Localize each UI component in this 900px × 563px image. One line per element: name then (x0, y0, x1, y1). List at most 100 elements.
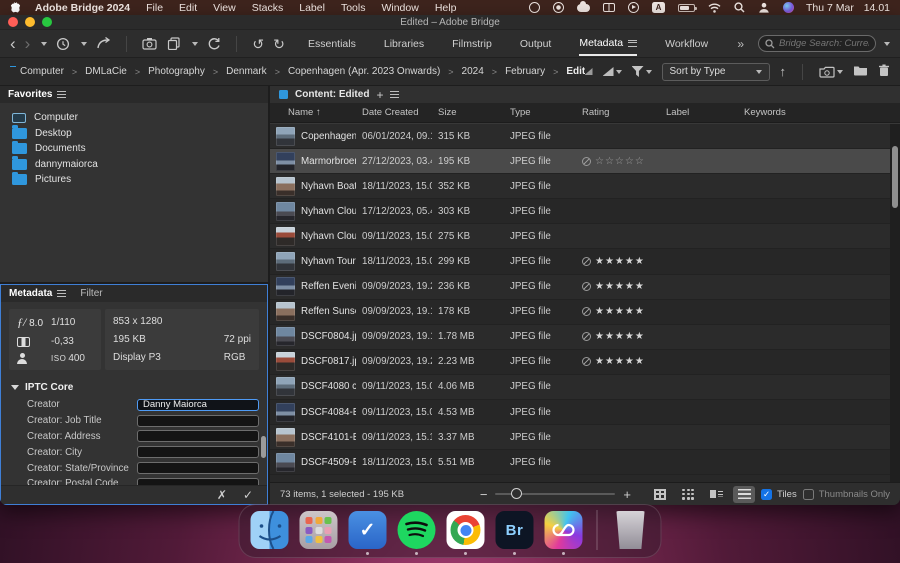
search-scope-dropdown-icon[interactable] (884, 42, 890, 46)
column-header-name[interactable]: Name ↑ (270, 107, 356, 118)
forward-button[interactable]: › (25, 35, 31, 52)
table-row[interactable]: Nyhavn Cloud...09/11/2023, 15.08...275 K… (270, 224, 900, 249)
column-header-label[interactable]: Label (660, 107, 738, 118)
table-row[interactable]: Reffen Sunset...09/09/2023, 19.18...178 … (270, 300, 900, 325)
menubar-date[interactable]: Thu 7 Mar (806, 2, 854, 14)
tiles-toggle[interactable]: ✓ Tiles (761, 489, 797, 500)
field-input-creator-job-title[interactable] (137, 415, 259, 427)
dock-app-chrome[interactable] (447, 511, 485, 549)
nav-dropdown-icon[interactable] (41, 42, 47, 46)
breadcrumb-item-2[interactable]: Photography (148, 66, 205, 77)
table-row[interactable]: Reffen Evenin...09/09/2023, 19.20...236 … (270, 275, 900, 300)
table-row[interactable]: DSCF0804.jpg09/09/2023, 19.18...1.78 MBJ… (270, 325, 900, 350)
table-row[interactable]: DSCF4509-En...18/11/2023, 15.02...5.51 M… (270, 450, 900, 475)
column-header-rating[interactable]: Rating (576, 107, 660, 118)
siri-icon[interactable] (783, 2, 794, 13)
tab-favorites[interactable]: Favorites (8, 89, 66, 100)
no-rating-icon[interactable] (582, 282, 591, 291)
no-rating-icon[interactable] (582, 157, 591, 166)
tabs-overflow-button[interactable]: » (737, 37, 744, 51)
filter-icon[interactable] (632, 66, 644, 77)
tab-metadata[interactable]: Metadata (9, 288, 66, 299)
copy-dropdown-icon[interactable] (192, 42, 198, 46)
table-row[interactable]: Copenhagen ...06/01/2024, 09.14...315 KB… (270, 124, 900, 149)
thumbnails-only-checkbox[interactable] (803, 489, 814, 500)
menubar-time[interactable]: 14.01 (864, 2, 890, 14)
back-button[interactable]: ‹ (10, 35, 16, 52)
import-from-camera-button[interactable] (142, 37, 158, 50)
spotlight-icon[interactable] (734, 2, 745, 13)
sidebar-item-documents[interactable]: Documents (12, 141, 268, 157)
bridge-search-box[interactable] (758, 35, 876, 52)
breadcrumb-item-6[interactable]: February (505, 66, 545, 77)
copy-files-button[interactable] (167, 37, 181, 50)
breadcrumb-item-4[interactable]: Copenhagen (Apr. 2023 Onwards) (288, 66, 440, 77)
menu-item-file[interactable]: File (146, 2, 163, 14)
table-row[interactable]: DSCF4101-En...09/11/2023, 15.13...3.37 M… (270, 425, 900, 450)
tab-libraries[interactable]: Libraries (384, 32, 424, 55)
star-rating[interactable]: ★★★★★ (595, 306, 645, 317)
play-circle-icon[interactable] (628, 2, 639, 13)
field-input-creator-city[interactable] (137, 446, 259, 458)
column-header-size[interactable]: Size (432, 107, 504, 118)
refresh-button[interactable] (207, 37, 221, 51)
breadcrumb-item-1[interactable]: DMLaCie (85, 66, 127, 77)
content-scrollbar[interactable] (892, 146, 898, 208)
dock-app-launchpad[interactable] (300, 511, 338, 549)
boomerang-button[interactable] (96, 37, 111, 50)
breadcrumb-item-7[interactable]: Edited (566, 66, 584, 77)
star-rating[interactable]: ★★★★★ (595, 256, 645, 267)
undo-button[interactable]: ↺ (252, 37, 264, 51)
sidebar-item-computer[interactable]: Computer (12, 110, 268, 126)
menu-item-tools[interactable]: Tools (341, 2, 366, 14)
menu-item-view[interactable]: View (213, 2, 236, 14)
sidebar-item-dannymaiorca[interactable]: dannymaiorca (12, 157, 268, 173)
no-rating-icon[interactable] (582, 357, 591, 366)
field-input-creator-address[interactable] (137, 430, 259, 442)
menu-item-edit[interactable]: Edit (179, 2, 197, 14)
battery-icon[interactable] (678, 4, 695, 12)
panel-menu-icon[interactable] (57, 290, 66, 297)
dock-app-finder[interactable] (251, 511, 289, 549)
tab-essentials[interactable]: Essentials (308, 32, 356, 55)
filter-dropdown-icon[interactable] (646, 70, 652, 74)
star-rating[interactable]: ☆☆☆☆☆ (595, 156, 645, 167)
menu-item-help[interactable]: Help (435, 2, 457, 14)
table-row[interactable]: DSCF4084-En...09/11/2023, 15.09...4.53 M… (270, 400, 900, 425)
star-rating[interactable]: ★★★★★ (595, 281, 645, 292)
thumbnail-quality-icon[interactable] (585, 68, 593, 75)
breadcrumb-item-5[interactable]: 2024 (462, 66, 484, 77)
quality-dropdown-icon[interactable] (616, 70, 622, 74)
new-folder-button[interactable] (853, 64, 868, 79)
table-row[interactable]: Nyhavn Cloud...17/12/2023, 05.48...303 K… (270, 199, 900, 224)
column-header-date-created[interactable]: Date Created (356, 107, 432, 118)
table-row[interactable]: DSCF4080 co...09/11/2023, 15.08...4.06 M… (270, 375, 900, 400)
star-rating[interactable]: ★★★★★ (595, 331, 645, 342)
no-rating-icon[interactable] (582, 332, 591, 341)
table-row[interactable]: DSCF0817.jpg09/09/2023, 19.20...2.23 MBJ… (270, 350, 900, 375)
wifi-icon[interactable] (708, 3, 721, 13)
dock-app-spotify[interactable] (398, 511, 436, 549)
column-header-keywords[interactable]: Keywords (738, 107, 900, 118)
redo-button[interactable]: ↻ (273, 37, 285, 51)
no-rating-icon[interactable] (582, 307, 591, 316)
list-view-button[interactable] (733, 486, 755, 503)
sidebar-item-desktop[interactable]: Desktop (12, 126, 268, 142)
larger-thumbnails-button[interactable]: + (623, 487, 631, 502)
recent-files-button[interactable] (56, 37, 70, 51)
thumbnails-only-toggle[interactable]: Thumbnails Only (803, 489, 890, 500)
tab-metadata[interactable]: Metadata (579, 31, 637, 56)
tab-filmstrip[interactable]: Filmstrip (452, 32, 492, 55)
account-icon[interactable] (758, 2, 770, 13)
apply-metadata-button[interactable]: ✓ (243, 488, 253, 502)
dock-app-things[interactable]: ✓ (349, 511, 387, 549)
sort-direction-button[interactable]: ↑ (780, 64, 787, 79)
creative-cloud-icon[interactable] (529, 2, 540, 13)
tab-workflow[interactable]: Workflow (665, 32, 708, 55)
dock-app-trash[interactable] (612, 511, 650, 549)
dock-app-creative-cloud[interactable] (545, 511, 583, 549)
smaller-thumbnails-button[interactable]: − (480, 487, 488, 502)
menu-app-name[interactable]: Adobe Bridge 2024 (35, 2, 130, 14)
slider-thumb[interactable] (511, 488, 522, 499)
menu-item-window[interactable]: Window (381, 2, 418, 14)
